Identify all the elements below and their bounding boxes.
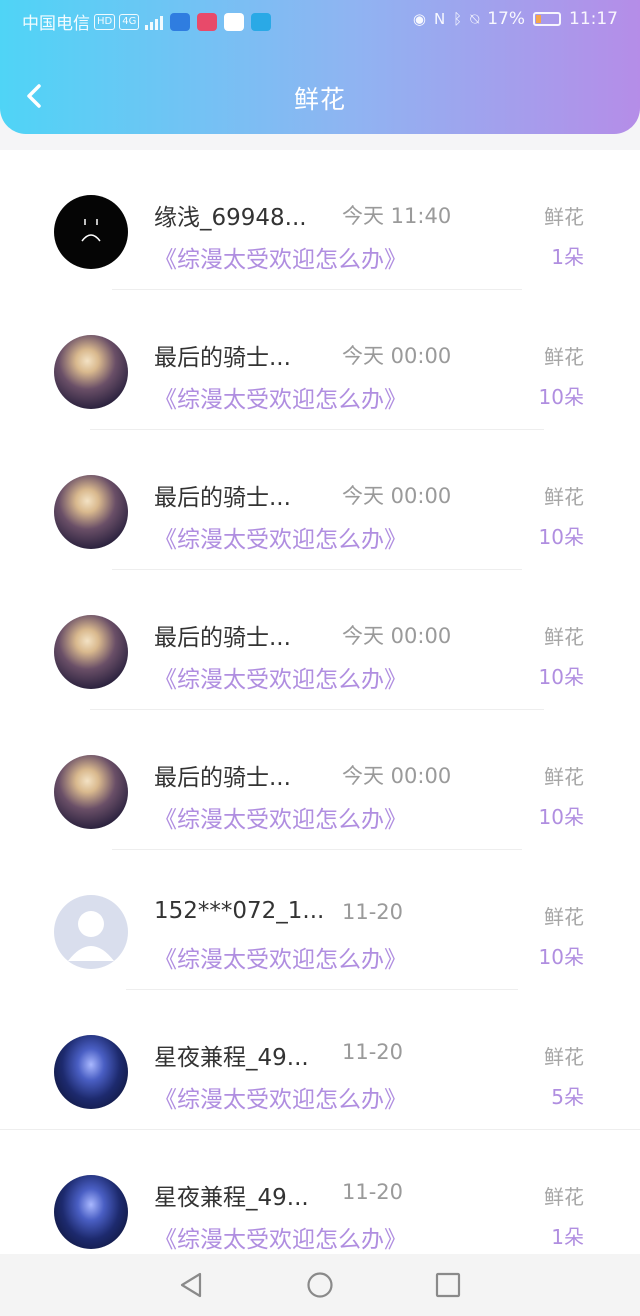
nav-recents-square-icon[interactable] — [433, 1270, 463, 1300]
gift-type: 鲜花 — [544, 1045, 584, 1069]
book-title: 《综漫太受欢迎怎么办》 — [154, 247, 407, 273]
sender-name: 缘浅_69948... — [154, 205, 307, 231]
system-nav-bar — [0, 1254, 640, 1316]
list-item[interactable]: 星夜兼程_49... 11-20 鲜花 《综漫太受欢迎怎么办》 5朵 — [0, 990, 640, 1130]
avatar — [54, 755, 128, 829]
sent-time: 11-20 — [342, 900, 404, 924]
app-notification-icon — [251, 12, 272, 31]
flower-count: 10朵 — [538, 385, 584, 409]
eye-icon: ◉ — [412, 10, 426, 28]
flower-count: 5朵 — [551, 1085, 584, 1109]
gift-type: 鲜花 — [544, 485, 584, 509]
flower-count: 10朵 — [538, 945, 584, 969]
flower-count: 10朵 — [538, 665, 584, 689]
app-notification-icon — [197, 12, 218, 31]
app-notification-icon — [170, 12, 191, 31]
sender-name: 最后的骑士... — [154, 625, 291, 651]
book-title: 《综漫太受欢迎怎么办》 — [154, 947, 407, 973]
status-bar: 中国电信 HD 4G ◉ N ᛒ ⍉ 17% 11:17 — [0, 0, 640, 40]
network-badge: 4G — [119, 13, 140, 30]
header-bar: 中国电信 HD 4G ◉ N ᛒ ⍉ 17% 11:17 鲜花 — [0, 0, 640, 134]
list-item[interactable]: 152***072_1... 11-20 鲜花 《综漫太受欢迎怎么办》 10朵 — [0, 850, 640, 990]
carrier-label: 中国电信 — [22, 14, 90, 34]
gift-type: 鲜花 — [544, 625, 584, 649]
book-title: 《综漫太受欢迎怎么办》 — [154, 1087, 407, 1113]
nfc-icon: N — [433, 10, 446, 28]
sent-time: 11-20 — [342, 1040, 404, 1064]
sender-name: 最后的骑士... — [154, 345, 291, 371]
sender-name: 最后的骑士... — [154, 485, 291, 511]
gift-type: 鲜花 — [544, 905, 584, 929]
avatar — [54, 1035, 128, 1109]
gift-type: 鲜花 — [544, 765, 584, 789]
sender-name: 星夜兼程_49... — [154, 1045, 309, 1071]
list-item[interactable]: 最后的骑士... 今天 00:00 鲜花 《综漫太受欢迎怎么办》 10朵 — [0, 430, 640, 570]
sent-time: 今天 00:00 — [342, 484, 452, 508]
avatar — [54, 1175, 128, 1249]
default-user-icon — [68, 911, 114, 961]
status-right: ◉ N ᛒ ⍉ 17% 11:17 — [413, 9, 618, 29]
sender-name: 最后的骑士... — [154, 765, 291, 791]
hd-badge: HD — [94, 13, 116, 30]
sent-time: 今天 00:00 — [342, 344, 452, 368]
flower-count: 10朵 — [538, 525, 584, 549]
gift-type: 鲜花 — [544, 1185, 584, 1209]
book-title: 《综漫太受欢迎怎么办》 — [154, 807, 407, 833]
flower-record-list: 缘浅_69948... 今天 11:40 鲜花 《综漫太受欢迎怎么办》 1朵 最… — [0, 150, 640, 1254]
sent-time: 今天 11:40 — [342, 204, 452, 228]
list-item[interactable]: 缘浅_69948... 今天 11:40 鲜花 《综漫太受欢迎怎么办》 1朵 — [0, 150, 640, 290]
avatar — [54, 895, 128, 969]
battery-icon — [533, 12, 561, 26]
book-title: 《综漫太受欢迎怎么办》 — [154, 667, 407, 693]
page-title: 鲜花 — [293, 85, 346, 114]
list-item[interactable]: 最后的骑士... 今天 00:00 鲜花 《综漫太受欢迎怎么办》 10朵 — [0, 710, 640, 850]
nav-home-circle-icon[interactable] — [305, 1270, 335, 1300]
flower-count: 1朵 — [551, 245, 584, 269]
avatar — [54, 195, 128, 269]
book-title: 《综漫太受欢迎怎么办》 — [154, 527, 407, 553]
avatar — [54, 615, 128, 689]
list-item[interactable]: 星夜兼程_49... 11-20 鲜花 《综漫太受欢迎怎么办》 1朵 — [0, 1130, 640, 1254]
app-notification-icon — [224, 12, 245, 31]
book-title: 《综漫太受欢迎怎么办》 — [154, 1227, 407, 1253]
status-left: 中国电信 HD 4G — [22, 9, 272, 34]
mute-bell-icon: ⍉ — [470, 10, 480, 28]
avatar — [54, 475, 128, 549]
clock: 11:17 — [569, 9, 618, 29]
sent-time: 今天 00:00 — [342, 624, 452, 648]
sender-name: 152***072_1... — [154, 898, 325, 924]
flower-count: 1朵 — [551, 1225, 584, 1249]
book-title: 《综漫太受欢迎怎么办》 — [154, 387, 407, 413]
nav-back-triangle-icon[interactable] — [176, 1270, 206, 1300]
bluetooth-icon: ᛒ — [453, 10, 463, 28]
list-item[interactable]: 最后的骑士... 今天 00:00 鲜花 《综漫太受欢迎怎么办》 10朵 — [0, 290, 640, 430]
sad-face-icon — [81, 219, 101, 242]
gift-type: 鲜花 — [544, 205, 584, 229]
signal-icon — [145, 14, 164, 30]
sent-time: 今天 00:00 — [342, 764, 452, 788]
sent-time: 11-20 — [342, 1180, 404, 1204]
flower-count: 10朵 — [538, 805, 584, 829]
gift-type: 鲜花 — [544, 345, 584, 369]
list-item[interactable]: 最后的骑士... 今天 00:00 鲜花 《综漫太受欢迎怎么办》 10朵 — [0, 570, 640, 710]
battery-percent: 17% — [487, 9, 525, 29]
sender-name: 星夜兼程_49... — [154, 1185, 309, 1211]
avatar — [54, 335, 128, 409]
